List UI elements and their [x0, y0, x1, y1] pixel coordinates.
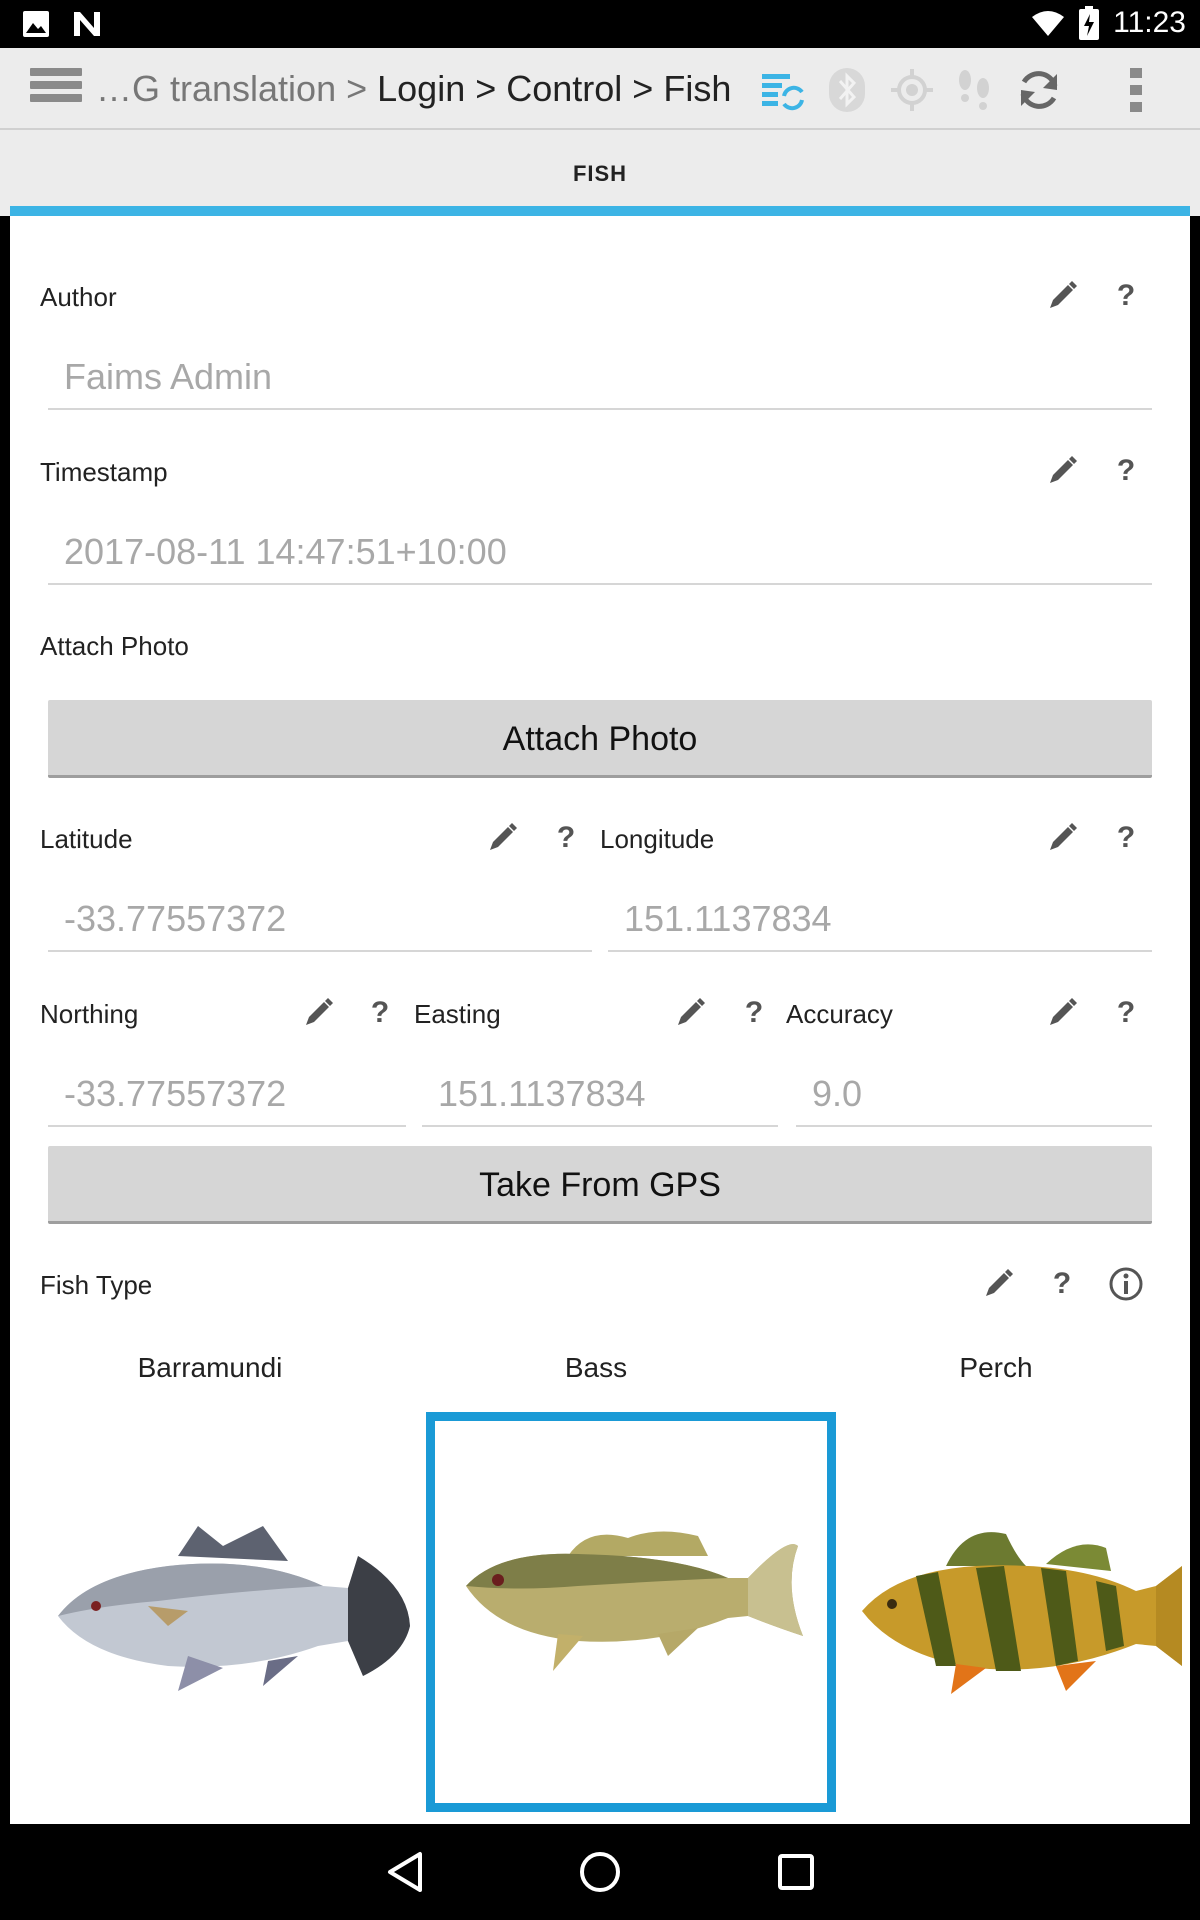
- author-label: Author: [40, 282, 117, 312]
- tab-bar: FISH: [0, 130, 1200, 216]
- status-bar: 11:23: [0, 0, 1200, 48]
- back-icon[interactable]: [382, 1848, 430, 1896]
- hamburger-menu-icon[interactable]: [30, 68, 82, 110]
- attach-photo-label: Attach Photo: [40, 631, 189, 661]
- longitude-label: Longitude: [600, 824, 715, 854]
- fish-option-perch-label[interactable]: Perch: [826, 1352, 1166, 1384]
- northing-help-icon[interactable]: ?: [362, 995, 398, 1031]
- easting-label: Easting: [414, 999, 501, 1029]
- latitude-label: Latitude: [40, 824, 133, 854]
- edit-fish-type-pencil-icon[interactable]: [980, 1266, 1016, 1302]
- tracking-icon[interactable]: [950, 66, 998, 114]
- fish-type-help-icon[interactable]: ?: [1044, 1266, 1080, 1302]
- action-bar: …G translation > Login > Control > Fish: [0, 48, 1200, 130]
- clock: 11:23: [1113, 6, 1186, 39]
- easting-field[interactable]: 151.1137834: [422, 1063, 778, 1127]
- edit-longitude-pencil-icon[interactable]: [1044, 820, 1080, 856]
- breadcrumb-prefix[interactable]: …G translation >: [96, 68, 367, 109]
- breadcrumb-path[interactable]: Login > Control > Fish: [377, 68, 731, 109]
- edit-accuracy-pencil-icon[interactable]: [1044, 995, 1080, 1031]
- navigation-bar: [0, 1824, 1200, 1920]
- image-icon: [23, 11, 49, 37]
- wifi-icon: [1032, 11, 1065, 36]
- latitude-field[interactable]: -33.77557372: [48, 888, 592, 952]
- overflow-menu-icon[interactable]: [1112, 66, 1160, 114]
- fish-option-bass-image[interactable]: [458, 1516, 804, 1676]
- accuracy-value: 9.0: [812, 1073, 863, 1114]
- edit-easting-pencil-icon[interactable]: [672, 995, 708, 1031]
- fish-option-perch-image[interactable]: [856, 1516, 1182, 1696]
- fish-option-barramundi-image[interactable]: [48, 1516, 414, 1696]
- tab-fish[interactable]: FISH: [10, 130, 1190, 216]
- take-from-gps-button[interactable]: Take From GPS: [48, 1146, 1152, 1224]
- accuracy-help-icon[interactable]: ?: [1108, 995, 1144, 1031]
- n-icon: [74, 12, 100, 36]
- gps-icon[interactable]: [888, 66, 936, 114]
- edit-author-pencil-icon[interactable]: [1044, 278, 1080, 314]
- breadcrumb[interactable]: …G translation > Login > Control > Fish: [96, 68, 731, 110]
- timestamp-field[interactable]: 2017-08-11 14:47:51+10:00: [48, 521, 1152, 585]
- timestamp-value: 2017-08-11 14:47:51+10:00: [64, 531, 507, 572]
- fish-type-label: Fish Type: [40, 1270, 153, 1300]
- battery-icon: [1079, 6, 1100, 40]
- timestamp-help-icon[interactable]: ?: [1108, 453, 1144, 489]
- fish-option-barramundi-label[interactable]: Barramundi: [40, 1352, 380, 1384]
- author-help-icon[interactable]: ?: [1108, 278, 1144, 314]
- home-icon[interactable]: [576, 1848, 624, 1896]
- easting-help-icon[interactable]: ?: [736, 995, 772, 1031]
- author-field[interactable]: Faims Admin: [48, 346, 1152, 410]
- edit-timestamp-pencil-icon[interactable]: [1044, 453, 1080, 489]
- latitude-help-icon[interactable]: ?: [548, 820, 584, 856]
- fish-option-bass-label[interactable]: Bass: [426, 1352, 766, 1384]
- northing-label: Northing: [40, 999, 139, 1029]
- northing-value: -33.77557372: [64, 1073, 287, 1114]
- accuracy-field[interactable]: 9.0: [796, 1063, 1152, 1127]
- author-value: Faims Admin: [64, 356, 273, 397]
- fish-type-info-icon[interactable]: [1108, 1266, 1144, 1302]
- longitude-help-icon[interactable]: ?: [1108, 820, 1144, 856]
- refresh-icon[interactable]: [1015, 66, 1063, 114]
- longitude-field[interactable]: 151.1137834: [608, 888, 1152, 952]
- fish-form: Author ? Faims Admin Timestamp ? 2017-08…: [10, 216, 1190, 1824]
- sync-status-icon[interactable]: [758, 66, 806, 114]
- longitude-value: 151.1137834: [624, 898, 832, 939]
- northing-field[interactable]: -33.77557372: [48, 1063, 406, 1127]
- latitude-value: -33.77557372: [64, 898, 287, 939]
- accuracy-label: Accuracy: [786, 999, 893, 1029]
- bluetooth-icon[interactable]: [823, 66, 871, 114]
- easting-value: 151.1137834: [438, 1073, 646, 1114]
- edit-northing-pencil-icon[interactable]: [300, 995, 336, 1031]
- timestamp-label: Timestamp: [40, 457, 168, 487]
- attach-photo-button[interactable]: Attach Photo: [48, 700, 1152, 778]
- edit-latitude-pencil-icon[interactable]: [484, 820, 520, 856]
- recent-apps-icon[interactable]: [772, 1848, 820, 1896]
- tab-indicator: [10, 206, 1190, 216]
